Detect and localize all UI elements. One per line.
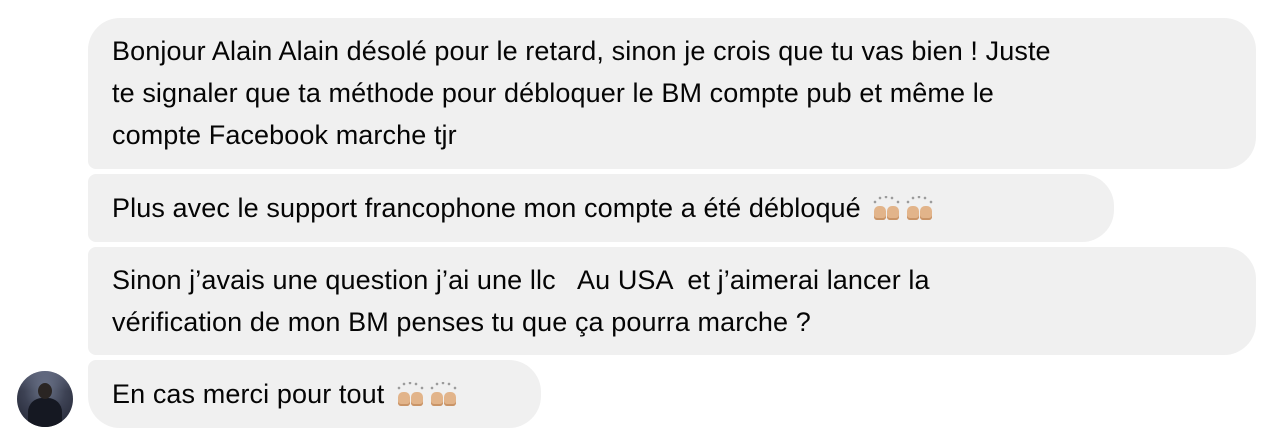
- message-text: Plus avec le support francophone mon com…: [112, 193, 861, 223]
- raising-hands-icon: [428, 382, 458, 408]
- message-thread: Bonjour Alain Alain désolé pour le retar…: [0, 0, 1267, 445]
- message-bubble[interactable]: En cas merci pour tout: [88, 360, 541, 428]
- raising-hands-icon: [395, 382, 425, 408]
- message-bubble[interactable]: Sinon j’avais une question j’ai une llc …: [88, 247, 1256, 355]
- message-bubble[interactable]: Bonjour Alain Alain désolé pour le retar…: [88, 18, 1256, 169]
- avatar[interactable]: [17, 371, 73, 427]
- message-bubble[interactable]: Plus avec le support francophone mon com…: [88, 174, 1114, 242]
- message-text: En cas merci pour tout: [112, 379, 385, 409]
- message-line: vérification de mon BM penses tu que ça …: [112, 307, 811, 337]
- raising-hands-icon: [872, 196, 902, 222]
- message-line: Bonjour Alain Alain désolé pour le retar…: [112, 36, 1051, 66]
- message-line: te signaler que ta méthode pour débloque…: [112, 78, 994, 108]
- message-line: compte Facebook marche tjr: [112, 120, 457, 150]
- raising-hands-icon: [905, 196, 935, 222]
- message-line: Sinon j’avais une question j’ai une llc …: [112, 265, 930, 295]
